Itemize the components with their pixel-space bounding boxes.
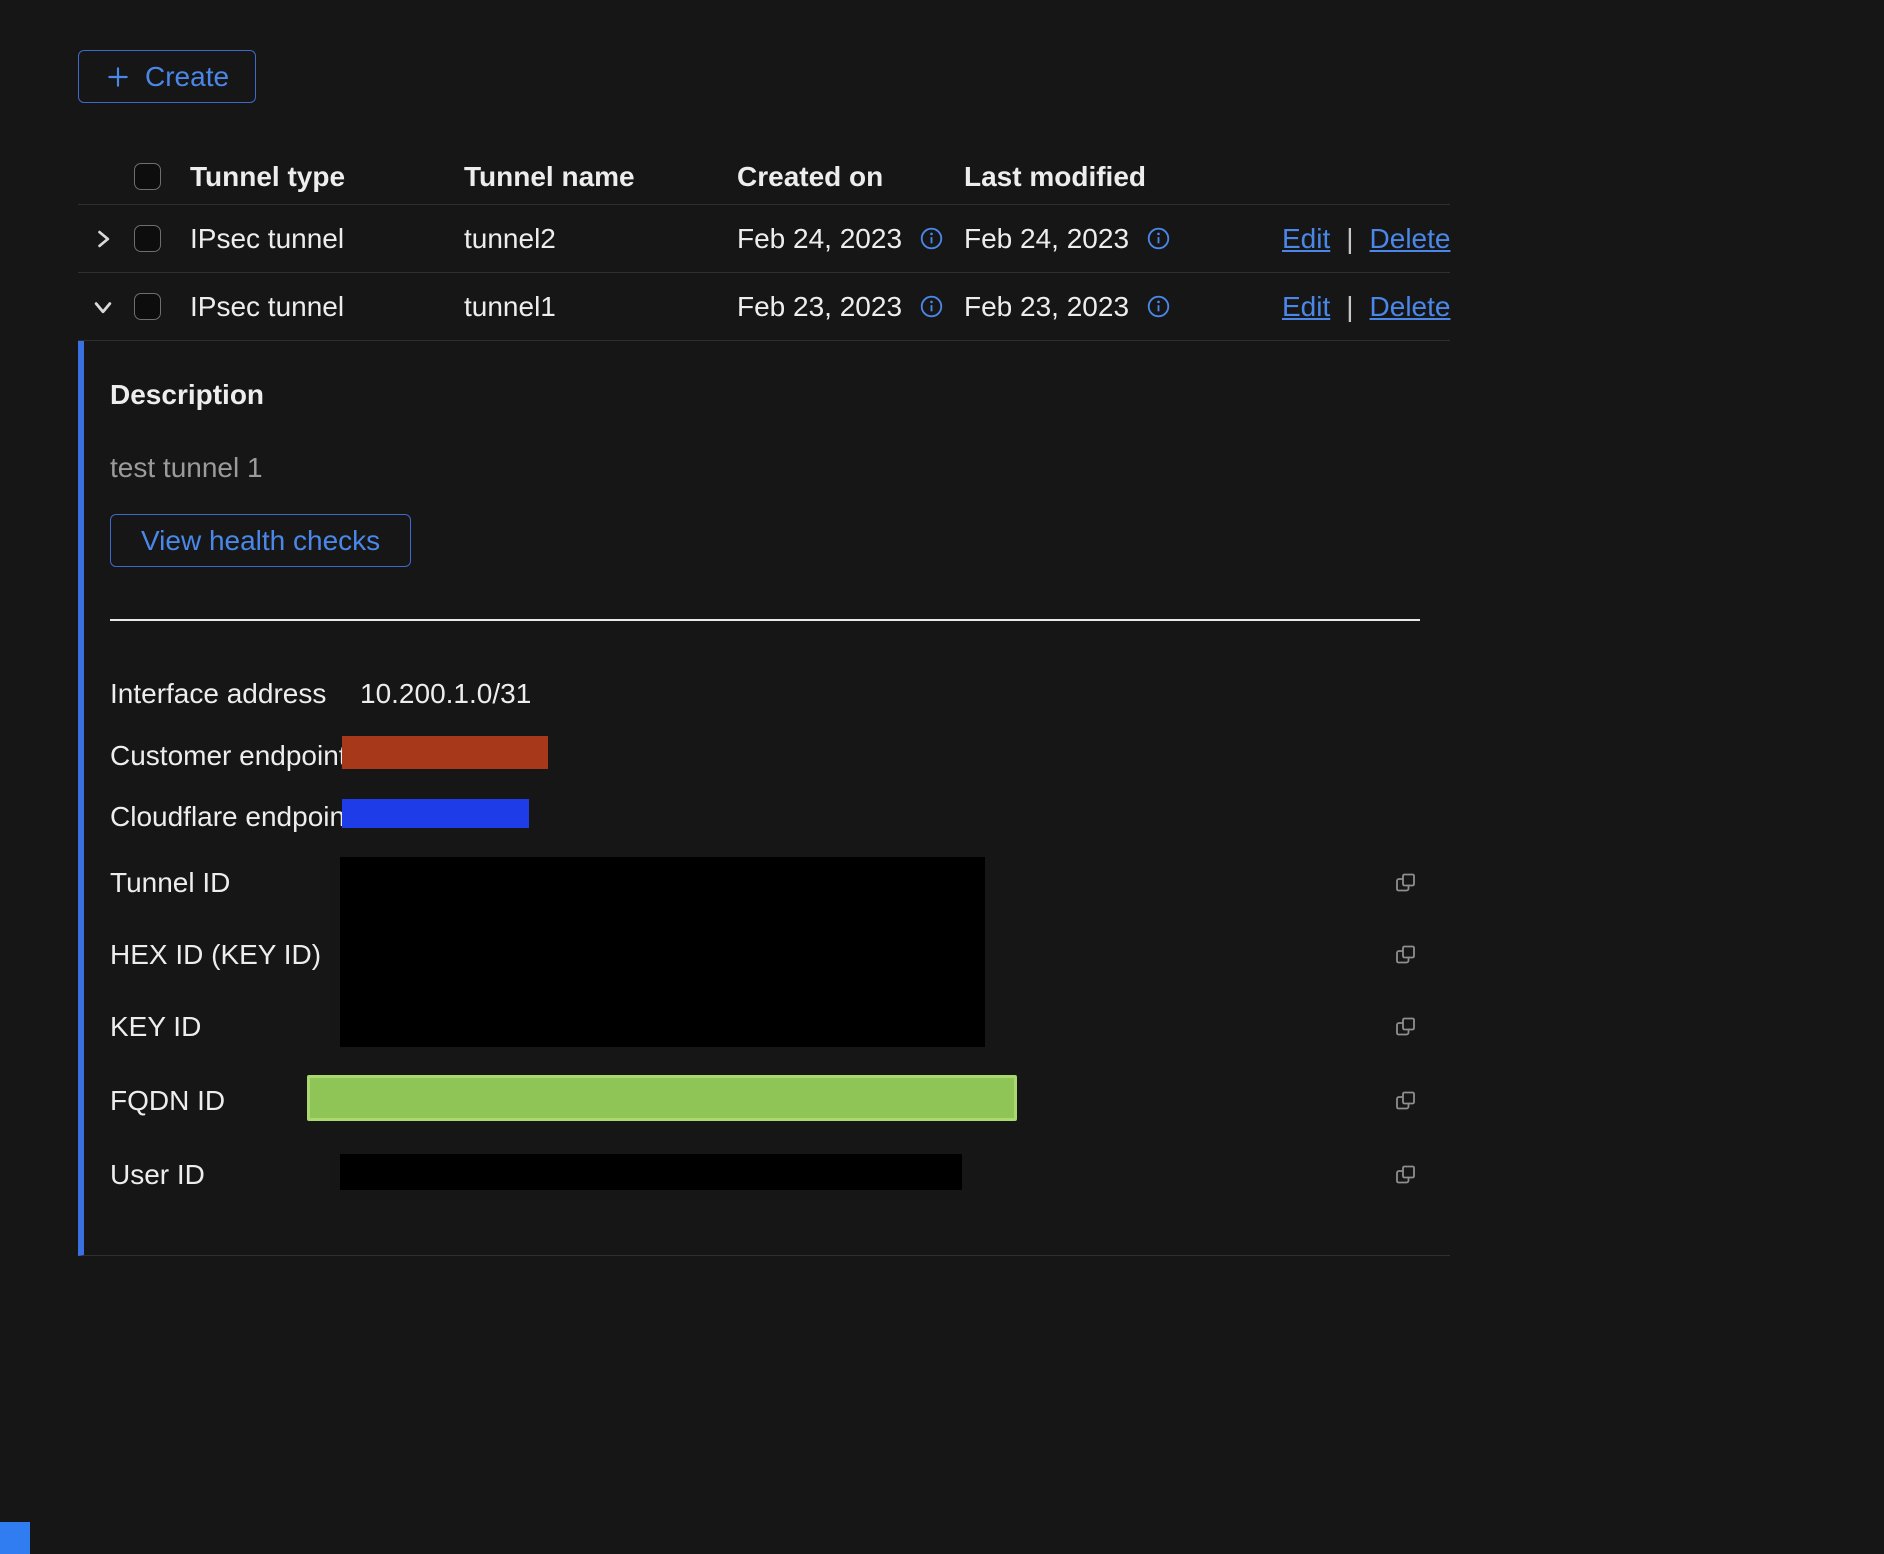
copy-icon[interactable]: [1392, 1161, 1420, 1189]
view-health-checks-button[interactable]: View health checks: [110, 514, 411, 567]
tunnel-type-cell: IPsec tunnel: [190, 291, 464, 323]
action-separator: |: [1346, 291, 1353, 323]
fqdn-id-row: FQDN ID: [110, 1063, 1420, 1139]
interface-address-label: Interface address: [110, 678, 340, 710]
user-id-redacted-value: [340, 1154, 962, 1190]
ids-redacted-value: [340, 857, 985, 1047]
info-icon[interactable]: [1147, 295, 1170, 318]
delete-link[interactable]: Delete: [1370, 291, 1451, 323]
copy-icon[interactable]: [1392, 1087, 1420, 1115]
copy-icon[interactable]: [1392, 941, 1420, 969]
cloudflare-endpoint-label: Cloudflare endpoint: [110, 801, 340, 833]
tunnels-page: Create Tunnel type Tunnel name Created o…: [0, 0, 1884, 1554]
row-checkbox[interactable]: [134, 225, 161, 252]
info-icon[interactable]: [1147, 227, 1170, 250]
user-id-label: User ID: [110, 1159, 340, 1191]
table-header-row: Tunnel type Tunnel name Created on Last …: [78, 149, 1450, 205]
chevron-right-icon[interactable]: [88, 224, 118, 254]
fqdn-id-label: FQDN ID: [110, 1085, 340, 1117]
delete-link[interactable]: Delete: [1370, 223, 1451, 255]
key-id-label: KEY ID: [110, 1011, 340, 1043]
tunnel-id-label: Tunnel ID: [110, 867, 340, 899]
create-button[interactable]: Create: [78, 50, 256, 103]
header-last-modified: Last modified: [964, 161, 1282, 193]
fqdn-id-redacted-value: [307, 1075, 1017, 1121]
last-modified-cell: Feb 24, 2023: [964, 223, 1129, 255]
description-label: Description: [110, 379, 1420, 411]
last-modified-cell: Feb 23, 2023: [964, 291, 1129, 323]
info-icon[interactable]: [920, 295, 943, 318]
tunnels-table: Tunnel type Tunnel name Created on Last …: [78, 149, 1450, 1256]
table-row: IPsec tunnel tunnel1 Feb 23, 2023 Feb 23…: [78, 273, 1450, 341]
copy-icon[interactable]: [1392, 1013, 1420, 1041]
tunnel-name-cell: tunnel1: [464, 291, 737, 323]
header-tunnel-name: Tunnel name: [464, 161, 737, 193]
chevron-down-icon[interactable]: [88, 292, 118, 322]
user-id-row: User ID: [110, 1139, 1420, 1211]
created-on-cell: Feb 24, 2023: [737, 223, 902, 255]
edit-link[interactable]: Edit: [1282, 223, 1330, 255]
edit-link[interactable]: Edit: [1282, 291, 1330, 323]
interface-address-row: Interface address 10.200.1.0/31: [110, 663, 1420, 725]
action-separator: |: [1346, 223, 1353, 255]
select-all-checkbox[interactable]: [134, 163, 161, 190]
header-tunnel-type: Tunnel type: [190, 161, 464, 193]
customer-endpoint-row: Customer endpoint: [110, 725, 1420, 786]
tunnel-detail-panel: Description test tunnel 1 View health ch…: [78, 341, 1450, 1256]
cloudflare-endpoint-row: Cloudflare endpoint: [110, 786, 1420, 847]
create-button-label: Create: [145, 61, 229, 93]
hex-id-label: HEX ID (KEY ID): [110, 939, 340, 971]
tunnel-detail-fields: Interface address 10.200.1.0/31 Customer…: [110, 663, 1420, 1211]
id-fields-group: Tunnel ID HEX ID (KEY ID): [110, 847, 1420, 1063]
cloudflare-endpoint-redacted-value: [342, 799, 529, 828]
bottom-left-accent: [0, 1522, 30, 1554]
tunnel-type-cell: IPsec tunnel: [190, 223, 464, 255]
info-icon[interactable]: [920, 227, 943, 250]
created-on-cell: Feb 23, 2023: [737, 291, 902, 323]
plus-icon: [105, 64, 131, 90]
copy-icon[interactable]: [1392, 869, 1420, 897]
customer-endpoint-redacted-value: [342, 736, 548, 769]
detail-divider: [110, 619, 1420, 621]
customer-endpoint-label: Customer endpoint: [110, 740, 340, 772]
tunnel-name-cell: tunnel2: [464, 223, 737, 255]
interface-address-value: 10.200.1.0/31: [360, 678, 531, 709]
table-row: IPsec tunnel tunnel2 Feb 24, 2023 Feb 24…: [78, 205, 1450, 273]
header-created-on: Created on: [737, 161, 964, 193]
description-value: test tunnel 1: [110, 452, 1420, 484]
row-checkbox[interactable]: [134, 293, 161, 320]
